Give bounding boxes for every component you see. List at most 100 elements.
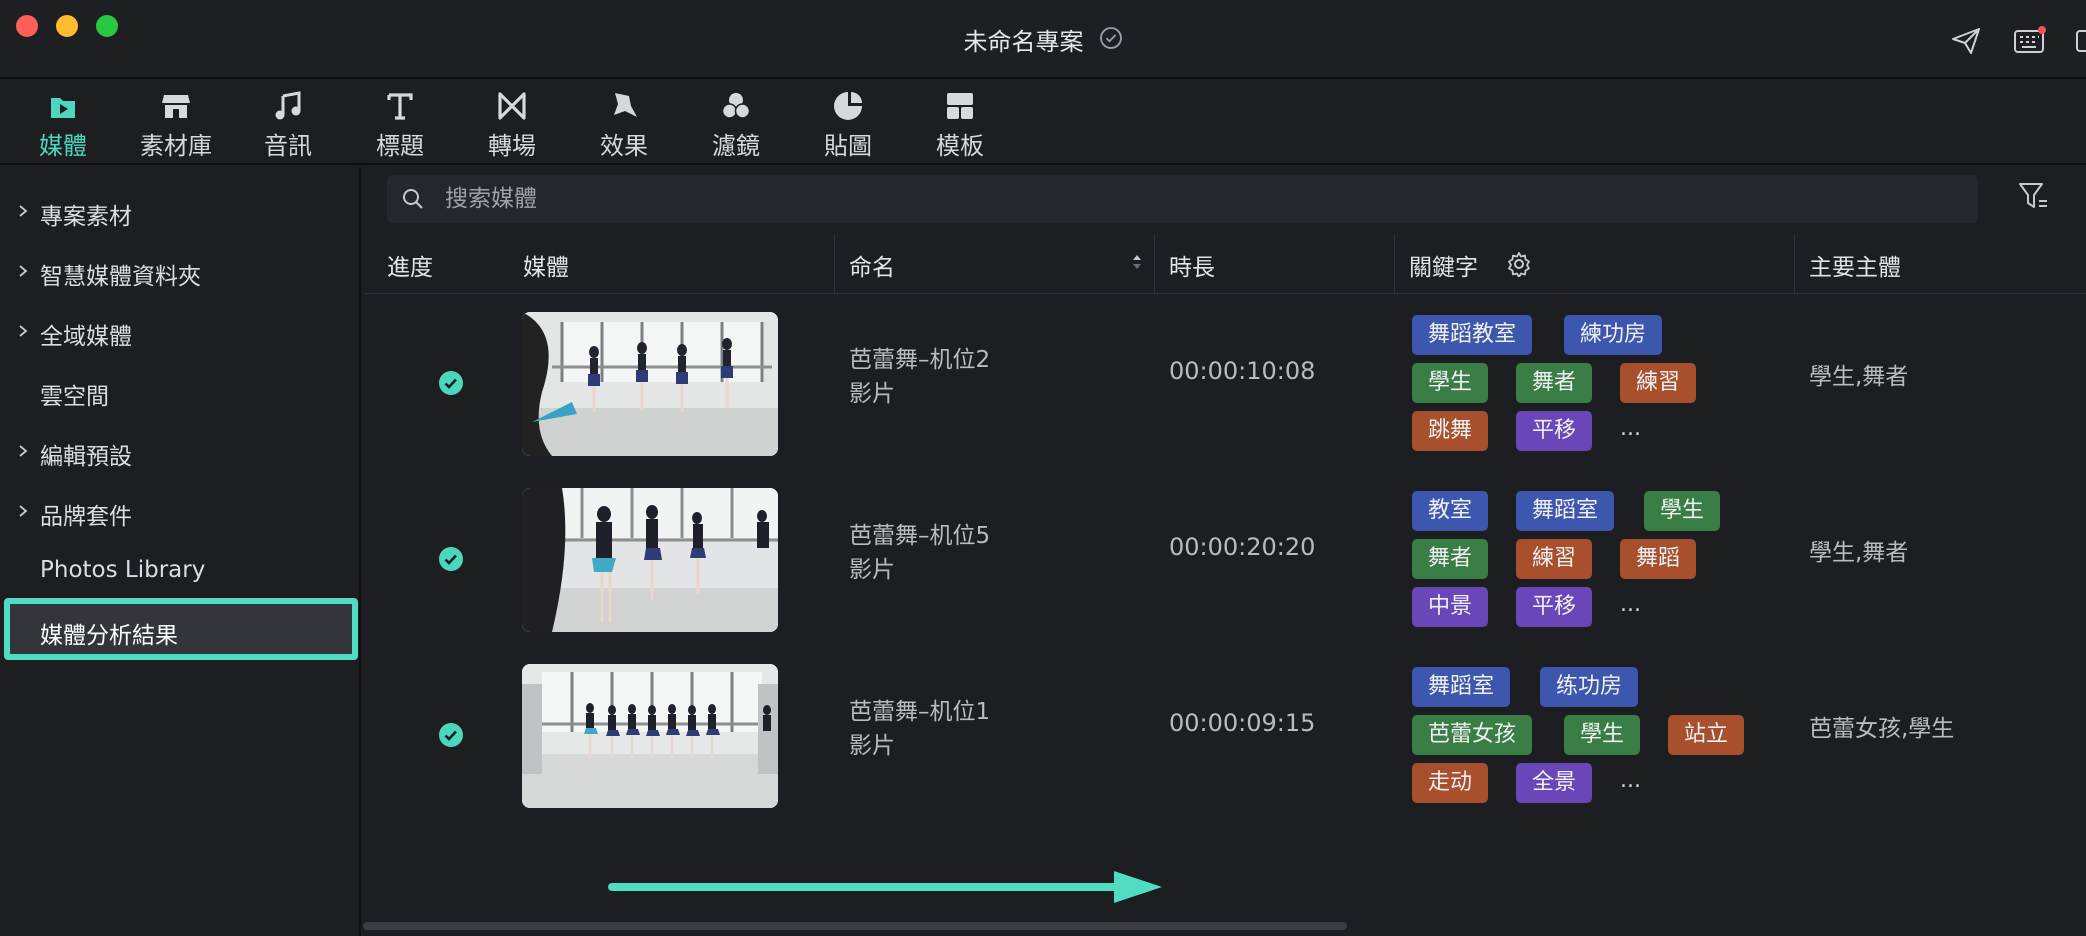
keyword-tag[interactable]: 練習 (1516, 539, 1593, 579)
gear-icon[interactable] (1506, 251, 1532, 277)
sidebar-item-global-media[interactable]: 全域媒體 (0, 307, 361, 357)
keyword-tag[interactable]: 平移 (1516, 587, 1593, 627)
keyword-tag[interactable]: 练功房 (1540, 667, 1639, 707)
media-name: 芭蕾舞–机位5 (849, 523, 991, 549)
keyword-tag[interactable]: 全景 (1516, 763, 1593, 803)
column-divider[interactable] (834, 234, 835, 294)
keyword-tag[interactable]: 舞者 (1412, 539, 1489, 579)
tab-label: 模板 (936, 132, 984, 160)
search-bar (387, 175, 1978, 223)
app-window: 未命名專案 媒體 素材庫 音訊 標題 轉場 效果 濾鏡 貼圖 模板 專案素材 智… (0, 0, 2086, 936)
template-icon (947, 93, 973, 119)
tab-stock-library[interactable]: 素材庫 (121, 89, 231, 161)
keyword-tag[interactable]: 舞蹈室 (1412, 667, 1511, 707)
sidebar-item-label: 雲空間 (40, 384, 109, 410)
keyword-tag[interactable]: 教室 (1412, 491, 1489, 531)
keyword-tag[interactable]: 舞蹈 (1620, 539, 1697, 579)
column-header-media[interactable]: 媒體 (523, 248, 569, 282)
keyword-tag[interactable]: 跳舞 (1412, 411, 1489, 451)
tab-label: 轉場 (488, 132, 536, 160)
search-input[interactable] (445, 181, 1945, 217)
sidebar-item-label: 品牌套件 (40, 504, 132, 530)
effects-icon (614, 93, 637, 117)
music-note-icon (275, 91, 301, 120)
keyword-tag[interactable]: 學生 (1564, 715, 1641, 755)
column-header-name[interactable]: 命名 (849, 248, 895, 282)
tab-stickers[interactable]: 貼圖 (793, 89, 903, 161)
keyword-tag[interactable]: 學生 (1412, 363, 1489, 403)
sidebar-item-label: 媒體分析結果 (40, 623, 178, 649)
video-thumbnail[interactable] (522, 488, 778, 632)
tab-audio[interactable]: 音訊 (233, 89, 343, 161)
keyword-tag[interactable]: 芭蕾女孩 (1412, 715, 1533, 755)
tab-label: 貼圖 (824, 132, 872, 160)
main-subject: 學生,舞者 (1809, 364, 1909, 390)
tab-media[interactable]: 媒體 (8, 89, 118, 161)
chevron-right-icon (19, 445, 28, 457)
column-divider[interactable] (1794, 234, 1795, 294)
keyword-tag[interactable]: 站立 (1668, 715, 1745, 755)
keyword-tag[interactable]: 舞蹈教室 (1412, 315, 1533, 355)
sidebar-item-label: 全域媒體 (40, 324, 132, 350)
filter-icon[interactable] (2018, 181, 2050, 213)
sidebar-item-label: 編輯預設 (40, 444, 132, 470)
tab-filters[interactable]: 濾鏡 (681, 89, 791, 161)
tab-label: 媒體 (39, 132, 87, 160)
column-header-subject[interactable]: 主要主體 (1809, 248, 1901, 282)
sidebar-item-photos-library[interactable]: Photos Library (0, 547, 361, 597)
sidebar-item-brand-kit[interactable]: 品牌套件 (0, 487, 361, 537)
text-icon (387, 93, 413, 120)
tab-titles[interactable]: 標題 (345, 89, 455, 161)
column-divider[interactable] (1394, 234, 1395, 294)
video-thumbnail[interactable] (522, 664, 778, 808)
share-send-icon[interactable] (1950, 26, 1982, 60)
layout-icon[interactable] (2074, 26, 2086, 60)
keyword-tag[interactable]: 學生 (1644, 491, 1721, 531)
tab-label: 濾鏡 (712, 132, 760, 160)
keyword-tag[interactable]: 中景 (1412, 587, 1489, 627)
column-header-progress[interactable]: 進度 (387, 248, 433, 282)
tab-effects[interactable]: 效果 (569, 89, 679, 161)
tab-templates[interactable]: 模板 (905, 89, 1015, 161)
check-circle-icon (439, 371, 463, 395)
keyboard-icon[interactable] (2012, 26, 2046, 60)
keyword-tag[interactable]: 練習 (1620, 363, 1697, 403)
sticker-icon (834, 92, 862, 120)
media-duration: 00:00:09:15 (1169, 709, 1316, 737)
sidebar-item-cloud[interactable]: 雲空間 (0, 367, 361, 417)
table-row[interactable]: 芭蕾舞–机位1 影片 00:00:09:15 舞蹈室 练功房 芭蕾女孩 學生 站… (363, 648, 2086, 824)
sidebar-item-edit-presets[interactable]: 編輯預設 (0, 427, 361, 477)
sidebar-item-project-media[interactable]: 專案素材 (0, 187, 361, 237)
keyword-tag[interactable]: 練功房 (1564, 315, 1663, 355)
table-row[interactable]: 芭蕾舞–机位2 影片 00:00:10:08 舞蹈教室 練功房 學生 舞者 練習… (363, 296, 2086, 472)
table-row[interactable]: 芭蕾舞–机位5 影片 00:00:20:20 教室 舞蹈室 學生 舞者 練習 舞… (363, 472, 2086, 648)
filter-circles-icon (721, 93, 751, 119)
media-duration: 00:00:10:08 (1169, 357, 1316, 385)
more-tags-ellipsis[interactable]: ... (1620, 416, 1641, 441)
main-subject: 芭蕾女孩,學生 (1809, 716, 1955, 742)
media-duration: 00:00:20:20 (1169, 533, 1316, 561)
more-tags-ellipsis[interactable]: ... (1620, 592, 1641, 617)
more-tags-ellipsis[interactable]: ... (1620, 768, 1641, 793)
media-name: 芭蕾舞–机位1 (849, 699, 991, 725)
sidebar-item-media-analysis[interactable]: 媒體分析結果 (4, 598, 358, 660)
column-header-keywords[interactable]: 關鍵字 (1409, 248, 1478, 282)
tab-transitions[interactable]: 轉場 (457, 89, 567, 161)
keyword-tag[interactable]: 平移 (1516, 411, 1593, 451)
sidebar-item-smart-folders[interactable]: 智慧媒體資料夾 (0, 247, 361, 297)
chevron-right-icon (19, 325, 28, 337)
keyword-tag[interactable]: 舞者 (1516, 363, 1593, 403)
tab-label: 素材庫 (140, 132, 212, 160)
keyword-tag[interactable]: 舞蹈室 (1516, 491, 1615, 531)
video-thumbnail[interactable] (522, 312, 778, 456)
horizontal-scrollbar[interactable] (363, 922, 1347, 930)
media-name: 芭蕾舞–机位2 (849, 347, 991, 373)
sidebar: 專案素材 智慧媒體資料夾 全域媒體 雲空間 編輯預設 品牌套件 Photos L… (0, 167, 361, 936)
sort-icon[interactable] (1130, 250, 1144, 274)
tab-label: 標題 (376, 132, 424, 160)
scroll-right-arrow-annotation (608, 871, 1162, 903)
column-divider[interactable] (1154, 234, 1155, 294)
column-header-duration[interactable]: 時長 (1169, 248, 1215, 282)
keyword-tag[interactable]: 走动 (1412, 763, 1489, 803)
tab-label: 音訊 (264, 132, 312, 160)
